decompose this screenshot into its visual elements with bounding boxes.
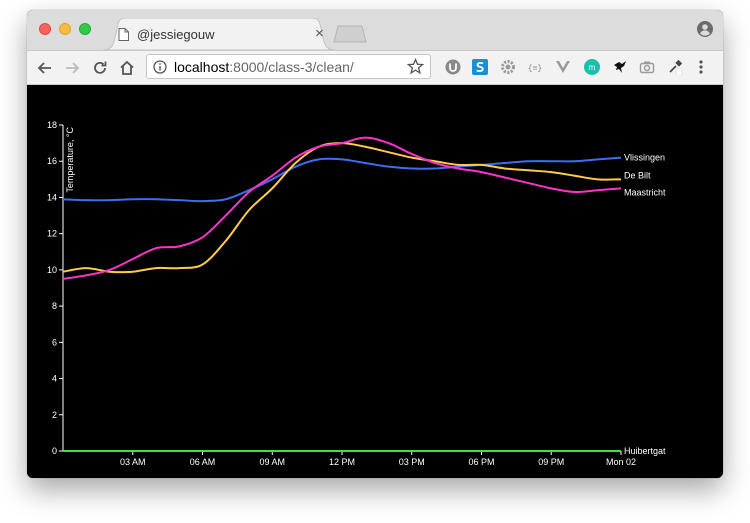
json-extension-icon[interactable]: {≡}	[527, 59, 543, 75]
series-line-vlissingen	[62, 156, 622, 203]
series-group	[62, 136, 622, 452]
info-icon[interactable]	[153, 60, 167, 74]
tab-title: @jessiegouw	[137, 27, 215, 42]
menu-kebab-icon[interactable]	[697, 59, 705, 75]
camera-extension-icon[interactable]	[639, 59, 655, 75]
url-path: :8000/class-3/clean/	[229, 59, 354, 75]
eyedropper-extension-icon[interactable]	[667, 59, 683, 75]
browser-window: @jessiegouw × localhost:8000/class-3/cle…	[27, 10, 723, 478]
bird-extension-icon[interactable]	[612, 59, 628, 75]
x-tick-label: 03 AM	[120, 457, 146, 467]
y-tick-label: 18	[47, 120, 57, 130]
title-bar: @jessiegouw ×	[27, 10, 723, 51]
y-axis-label: Temperature, °C	[65, 127, 75, 193]
x-tick-label: 12 PM	[329, 457, 355, 467]
series-label-huibertgat: Huibertgat	[624, 446, 666, 456]
series-label-de-bilt: De Bilt	[624, 170, 651, 180]
x-tick-label: 06 AM	[190, 457, 216, 467]
series-labels: Vlissingen De Bilt Maastricht Huibertgat	[624, 153, 666, 456]
series-label-maastricht: Maastricht	[624, 187, 666, 197]
y-tick-label: 0	[52, 446, 57, 456]
y-tick-label: 12	[47, 229, 57, 239]
y-tick-label: 10	[47, 265, 57, 275]
y-tick-label: 4	[52, 374, 57, 384]
x-tick-label: 09 AM	[259, 457, 285, 467]
x-tick-label: 09 PM	[538, 457, 564, 467]
svg-text:{≡}: {≡}	[528, 65, 542, 74]
y-tick-label: 2	[52, 410, 57, 420]
svg-text:m: m	[589, 63, 596, 72]
maximize-window-button[interactable]	[79, 23, 91, 35]
vue-extension-icon[interactable]	[555, 59, 571, 75]
x-tick-label: 03 PM	[399, 457, 425, 467]
temperature-chart: 0 2 4 6 8 10 12 14 16 18 03 AM 06 AM 09 AM 12 PM 03 P…	[47, 120, 666, 467]
minimize-window-button[interactable]	[59, 23, 71, 35]
home-icon[interactable]	[117, 58, 137, 78]
tab-close-icon[interactable]: ×	[315, 25, 324, 42]
url-text: localhost:8000/class-3/clean/	[174, 59, 354, 75]
y-axis: 0 2 4 6 8 10 12 14 16 18	[47, 120, 64, 456]
close-window-button[interactable]	[39, 23, 51, 35]
x-axis: 03 AM 06 AM 09 AM 12 PM 03 PM 06 PM 09 PM Mon 0…	[120, 451, 636, 467]
active-tab[interactable]: @jessiegouw ×	[103, 18, 335, 50]
reload-icon[interactable]	[90, 58, 110, 78]
x-tick-label: Mon 02	[606, 457, 636, 467]
profile-icon[interactable]	[697, 21, 713, 37]
browser-toolbar: localhost:8000/class-3/clean/ {≡} m	[27, 51, 723, 85]
x-tick-label: 06 PM	[468, 457, 494, 467]
bookmark-star-icon[interactable]	[407, 58, 424, 75]
back-arrow-icon[interactable]	[35, 58, 55, 78]
new-tab-button[interactable]	[333, 25, 367, 43]
y-tick-label: 8	[52, 301, 57, 311]
series-label-vlissingen: Vlissingen	[624, 153, 665, 163]
url-host: localhost	[174, 59, 230, 75]
s-extension-icon[interactable]	[472, 59, 488, 75]
page-content: 0 2 4 6 8 10 12 14 16 18 03 AM 06 AM 09 AM 12 PM 03 P…	[27, 85, 723, 478]
y-tick-label: 14	[47, 192, 57, 202]
y-tick-label: 16	[47, 156, 57, 166]
m-extension-icon[interactable]: m	[584, 59, 600, 75]
ublock-extension-icon[interactable]	[445, 59, 461, 75]
forward-arrow-icon[interactable]	[62, 58, 82, 78]
y-tick-label: 6	[52, 337, 57, 347]
document-icon	[118, 28, 129, 46]
address-bar[interactable]: localhost:8000/class-3/clean/	[146, 54, 431, 79]
gear-extension-icon[interactable]	[500, 59, 516, 75]
